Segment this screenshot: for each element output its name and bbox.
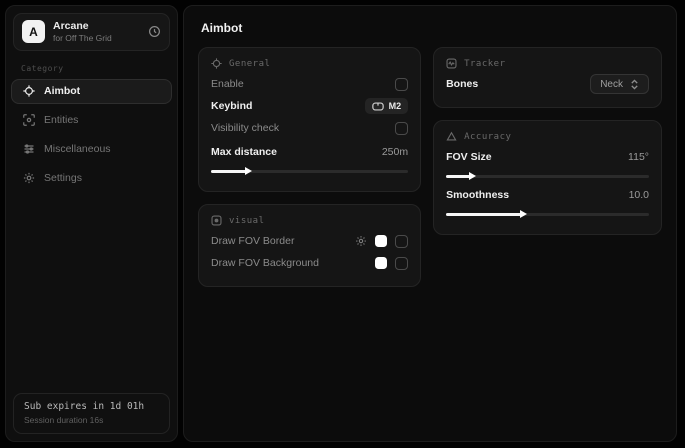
visibility-check-row: Visibility check — [211, 117, 408, 139]
app-logo-card: A Arcane for Off The Grid — [13, 13, 170, 51]
sidebar-item-label: Settings — [44, 172, 82, 184]
fov-border-row: Draw FOV Border — [211, 230, 408, 252]
bones-label: Bones — [446, 78, 478, 90]
card-header-label: Tracker — [464, 59, 505, 69]
fov-border-color-swatch[interactable] — [375, 235, 387, 247]
sidebar-item-settings[interactable]: Settings — [11, 166, 172, 191]
fov-background-color-swatch[interactable] — [375, 257, 387, 269]
sub-expires-text: Sub expires in 1d 01h — [24, 401, 159, 412]
activity-icon — [446, 58, 457, 69]
keybind-row: Keybind M2 — [211, 95, 408, 117]
fov-background-row: Draw FOV Background — [211, 252, 408, 274]
keybind-label: Keybind — [211, 100, 252, 112]
app-subtitle: for Off The Grid — [53, 33, 140, 44]
smoothness-row: Smoothness 10.0 — [446, 184, 649, 206]
fov-border-label: Draw FOV Border — [211, 235, 294, 247]
sidebar-item-label: Miscellaneous — [44, 143, 111, 155]
card-header-label: Accuracy — [464, 132, 511, 142]
eye-icon — [211, 215, 222, 226]
sidebar-item-aimbot[interactable]: Aimbot — [11, 79, 172, 104]
sidebar-item-label: Entities — [44, 114, 78, 126]
app-logo: A — [22, 20, 45, 43]
smoothness-slider[interactable] — [446, 213, 649, 216]
enable-row: Enable — [211, 73, 408, 95]
sidebar-item-label: Aimbot — [44, 85, 80, 97]
gear-icon — [22, 172, 35, 184]
crosshair-icon — [211, 58, 222, 69]
fov-border-checkbox[interactable] — [395, 235, 408, 248]
slider-thumb[interactable] — [469, 172, 476, 180]
slider-thumb[interactable] — [245, 167, 252, 175]
tracker-card: Tracker Bones Neck — [433, 47, 662, 108]
keybind-value: M2 — [389, 101, 402, 111]
session-duration-text: Session duration 16s — [24, 415, 159, 425]
gear-icon[interactable] — [355, 235, 367, 247]
mouse-icon — [372, 102, 384, 111]
fov-background-checkbox[interactable] — [395, 257, 408, 270]
chevron-up-down-icon — [630, 79, 639, 90]
smoothness-label: Smoothness — [446, 189, 509, 201]
subscription-card: Sub expires in 1d 01h Session duration 1… — [13, 393, 170, 434]
visibility-check-checkbox[interactable] — [395, 122, 408, 135]
sidebar-item-entities[interactable]: Entities — [11, 108, 172, 133]
max-distance-label: Max distance — [211, 146, 277, 158]
accuracy-card: Accuracy FOV Size 115° Smoothness 10.0 — [433, 120, 662, 235]
max-distance-value: 250m — [382, 146, 408, 158]
scan-eye-icon — [22, 114, 35, 126]
slider-thumb[interactable] — [520, 210, 527, 218]
crosshair-icon — [22, 85, 35, 97]
sidebar-nav: Aimbot Entities Miscellaneous — [6, 79, 177, 191]
visibility-check-label: Visibility check — [211, 122, 279, 134]
fov-size-slider[interactable] — [446, 175, 649, 178]
bones-value: Neck — [600, 79, 623, 90]
fov-size-value: 115° — [628, 151, 649, 163]
max-distance-row: Max distance 250m — [211, 141, 408, 163]
bones-row: Bones Neck — [446, 73, 649, 95]
card-header-label: visual — [229, 216, 265, 226]
main-panel: Aimbot General Enable Keybi — [183, 5, 677, 442]
fov-background-label: Draw FOV Background — [211, 257, 319, 269]
smoothness-value: 10.0 — [629, 189, 649, 201]
visual-card: visual Draw FOV Border — [198, 204, 421, 287]
enable-label: Enable — [211, 78, 244, 90]
sidebar-item-miscellaneous[interactable]: Miscellaneous — [11, 137, 172, 162]
max-distance-slider[interactable] — [211, 170, 408, 173]
page-title: Aimbot — [184, 6, 676, 35]
app-name: Arcane — [53, 20, 140, 33]
general-card: General Enable Keybind M2 — [198, 47, 421, 192]
fov-size-label: FOV Size — [446, 151, 492, 163]
sidebar: A Arcane for Off The Grid Category Aimbo… — [5, 5, 178, 442]
bones-select[interactable]: Neck — [590, 74, 649, 94]
enable-checkbox[interactable] — [395, 78, 408, 91]
keybind-button[interactable]: M2 — [365, 98, 409, 114]
fov-size-row: FOV Size 115° — [446, 146, 649, 168]
refresh-icon[interactable] — [148, 25, 161, 38]
target-icon — [446, 131, 457, 142]
category-label: Category — [21, 64, 177, 73]
card-header-label: General — [229, 59, 270, 69]
sliders-icon — [22, 143, 35, 155]
